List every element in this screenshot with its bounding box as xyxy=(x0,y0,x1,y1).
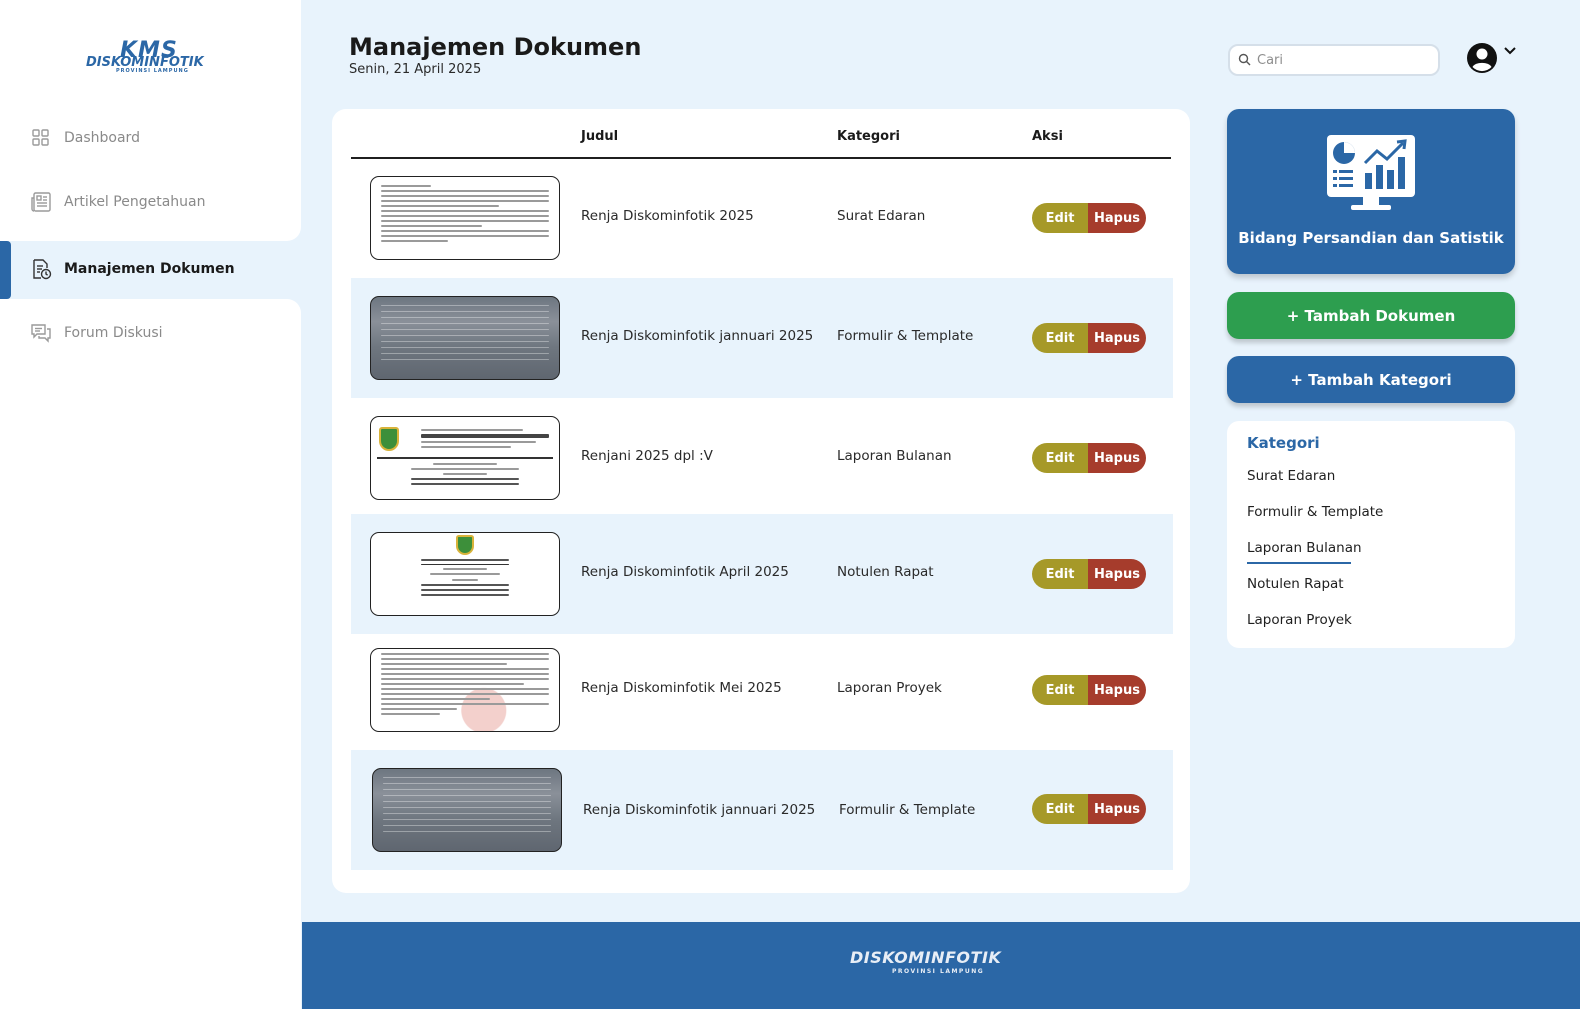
page-title: Manajemen Dokumen xyxy=(349,33,642,61)
sidebar-item-label: Manajemen Dokumen xyxy=(64,261,235,277)
selected-underline xyxy=(1247,562,1351,564)
dashboard-icon xyxy=(30,127,52,149)
sidebar-item-artikel[interactable]: Artikel Pengetahuan xyxy=(30,189,205,215)
delete-button[interactable]: Hapus xyxy=(1088,675,1146,705)
stat-card-label: Bidang Persandian dan Satistik xyxy=(1238,229,1504,247)
delete-button[interactable]: Hapus xyxy=(1088,794,1146,824)
search-icon xyxy=(1238,51,1251,70)
document-thumbnail[interactable] xyxy=(370,648,560,732)
row-category: Surat Edaran xyxy=(837,208,926,224)
category-item-selected[interactable]: Laporan Bulanan xyxy=(1247,540,1362,556)
add-category-button[interactable]: + Tambah Kategori xyxy=(1227,356,1515,403)
newspaper-icon xyxy=(30,191,52,213)
document-thumbnail[interactable] xyxy=(372,768,562,852)
footer-logo: DISKOMINFOTIK PROVINSI LAMPUNG xyxy=(850,948,1002,975)
document-thumbnail[interactable] xyxy=(370,176,560,260)
table-row[interactable]: Renja Diskominfotik jannuari 2025 Formul… xyxy=(351,278,1173,398)
document-thumbnail[interactable] xyxy=(370,416,560,500)
sidebar-item-label: Forum Diskusi xyxy=(64,325,163,341)
table-row[interactable]: Renjani 2025 dpl :V Laporan Bulanan Edit… xyxy=(351,398,1173,518)
row-title: Renja Diskominfotik 2025 xyxy=(581,208,754,224)
edit-button[interactable]: Edit xyxy=(1032,559,1088,589)
stat-card[interactable]: Bidang Persandian dan Satistik xyxy=(1227,109,1515,274)
delete-button[interactable]: Hapus xyxy=(1088,443,1146,473)
row-actions: Edit Hapus xyxy=(1032,323,1146,353)
analytics-monitor-icon xyxy=(1327,135,1415,210)
category-item[interactable]: Laporan Proyek xyxy=(1247,612,1352,628)
row-title: Renjani 2025 dpl :V xyxy=(581,448,713,464)
column-header-kategori: Kategori xyxy=(837,129,900,144)
row-actions: Edit Hapus xyxy=(1032,675,1146,705)
table-row[interactable]: Renja Diskominfotik jannuari 2025 Formul… xyxy=(351,750,1173,870)
sidebar: KMS DISKOMINFOTIK PROVINSI LAMPUNG Dashb… xyxy=(0,0,301,1009)
document-thumbnail[interactable] xyxy=(370,296,560,380)
search-input[interactable] xyxy=(1257,52,1427,68)
row-actions: Edit Hapus xyxy=(1032,559,1146,589)
page-date: Senin, 21 April 2025 xyxy=(349,62,482,77)
row-title: Renja Diskominfotik April 2025 xyxy=(581,564,789,580)
avatar-icon[interactable] xyxy=(1466,42,1498,74)
row-category: Laporan Proyek xyxy=(837,680,942,696)
row-category: Formulir & Template xyxy=(837,328,974,344)
edit-button[interactable]: Edit xyxy=(1032,443,1088,473)
row-category: Laporan Bulanan xyxy=(837,448,952,464)
delete-button[interactable]: Hapus xyxy=(1088,559,1146,589)
delete-button[interactable]: Hapus xyxy=(1088,323,1146,353)
sidebar-item-label: Dashboard xyxy=(64,130,140,146)
edit-button[interactable]: Edit xyxy=(1032,323,1088,353)
row-title: Renja Diskominfotik jannuari 2025 xyxy=(583,802,816,818)
emblem-icon xyxy=(456,535,474,555)
table-row[interactable]: Renja Diskominfotik Mei 2025 Laporan Pro… xyxy=(351,630,1173,750)
add-document-button[interactable]: + Tambah Dokumen xyxy=(1227,292,1515,339)
edit-button[interactable]: Edit xyxy=(1032,675,1088,705)
search-box[interactable] xyxy=(1228,44,1440,76)
document-table: Judul Kategori Aksi Renja Diskominfotik … xyxy=(332,109,1190,893)
document-thumbnail[interactable] xyxy=(370,532,560,616)
row-actions: Edit Hapus xyxy=(1032,794,1146,824)
emblem-icon xyxy=(379,427,399,451)
category-item[interactable]: Formulir & Template xyxy=(1247,504,1383,520)
category-item[interactable]: Surat Edaran xyxy=(1247,468,1335,484)
edit-button[interactable]: Edit xyxy=(1032,794,1088,824)
row-category: Formulir & Template xyxy=(839,802,976,818)
footer: DISKOMINFOTIK PROVINSI LAMPUNG xyxy=(302,922,1580,1009)
chat-icon xyxy=(30,322,52,344)
sidebar-item-forum[interactable]: Forum Diskusi xyxy=(30,320,163,346)
row-actions: Edit Hapus xyxy=(1032,443,1146,473)
row-category: Notulen Rapat xyxy=(837,564,934,580)
column-header-judul: Judul xyxy=(581,129,619,144)
edit-button[interactable]: Edit xyxy=(1032,203,1088,233)
active-indicator xyxy=(0,241,11,299)
document-icon xyxy=(30,258,52,280)
category-list-title: Kategori xyxy=(1247,434,1320,452)
row-title: Renja Diskominfotik jannuari 2025 xyxy=(581,328,814,344)
sidebar-item-label: Artikel Pengetahuan xyxy=(64,194,206,210)
category-item[interactable]: Notulen Rapat xyxy=(1247,576,1344,592)
chevron-down-icon[interactable] xyxy=(1503,42,1517,55)
sidebar-item-dashboard[interactable]: Dashboard xyxy=(30,125,140,151)
row-actions: Edit Hapus xyxy=(1032,203,1146,233)
delete-button[interactable]: Hapus xyxy=(1088,203,1146,233)
table-row[interactable]: Renja Diskominfotik 2025 Surat Edaran Ed… xyxy=(351,158,1173,278)
column-header-aksi: Aksi xyxy=(1032,129,1063,144)
row-title: Renja Diskominfotik Mei 2025 xyxy=(581,680,782,696)
category-list: Kategori Surat Edaran Formulir & Templat… xyxy=(1227,421,1515,648)
kms-logo[interactable]: KMS DISKOMINFOTIK PROVINSI LAMPUNG xyxy=(86,38,216,74)
sidebar-item-manajemen-dokumen[interactable]: Manajemen Dokumen xyxy=(30,256,235,282)
table-row[interactable]: Renja Diskominfotik April 2025 Notulen R… xyxy=(351,514,1173,634)
